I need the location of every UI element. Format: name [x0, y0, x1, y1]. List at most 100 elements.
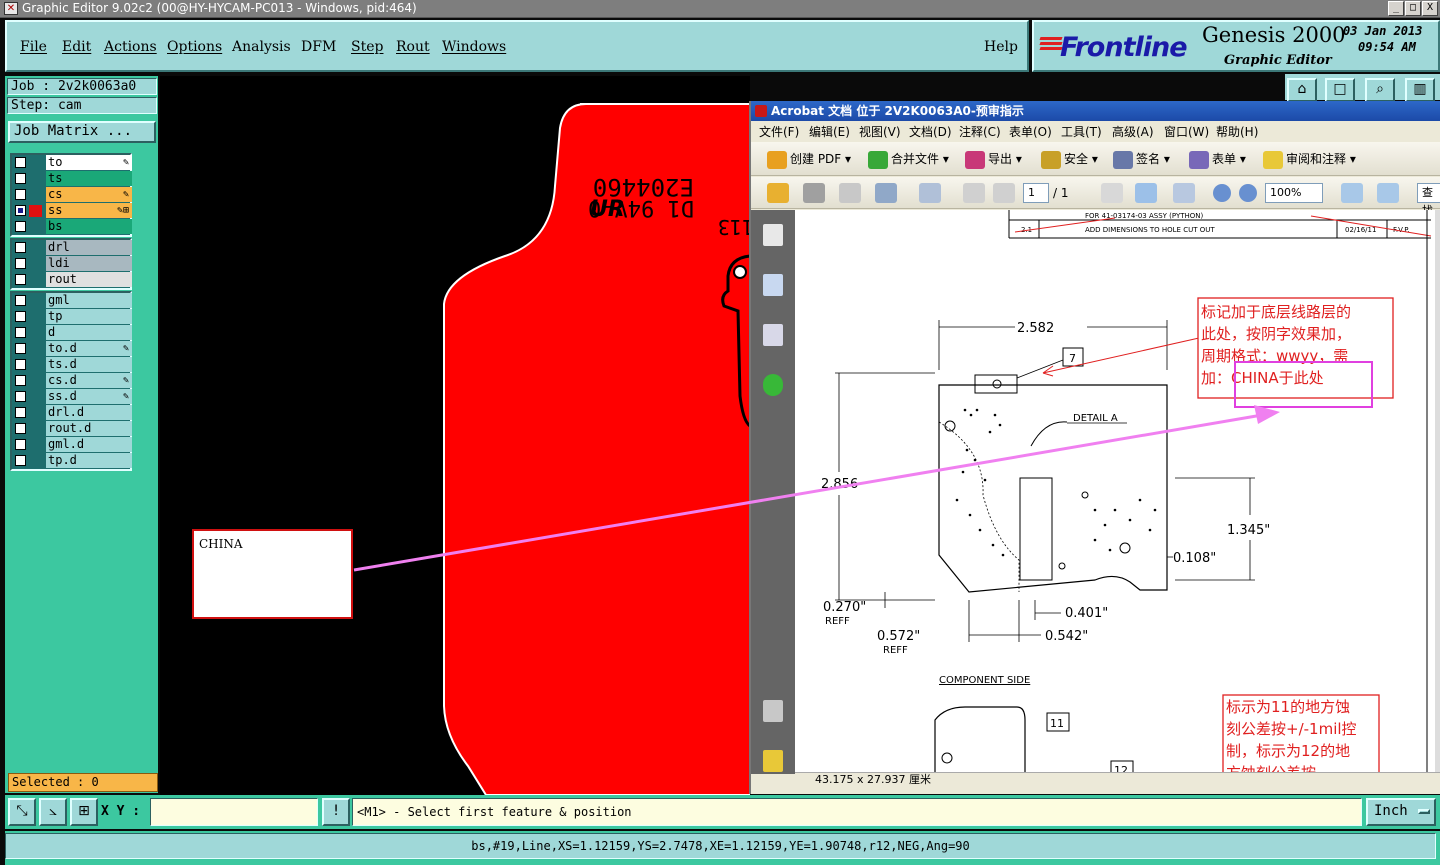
review-comment-button[interactable]: 审阅和注释 ▾: [1263, 149, 1356, 169]
layer-checkbox[interactable]: [15, 439, 26, 450]
security-button[interactable]: 安全 ▾: [1041, 149, 1098, 169]
units-select[interactable]: Inch: [1366, 798, 1436, 826]
job-matrix-button[interactable]: Job Matrix ...: [8, 121, 156, 143]
acrobat-menu-forms[interactable]: 表单(O): [1009, 123, 1052, 140]
layer-row[interactable]: gml: [12, 293, 132, 309]
layer-name[interactable]: d: [46, 325, 132, 340]
layer-checkbox[interactable]: [15, 343, 26, 354]
menu-help[interactable]: Help: [984, 39, 1018, 55]
layer-name[interactable]: ts: [46, 171, 132, 186]
zoom-out-icon[interactable]: [1213, 184, 1231, 202]
layer-row[interactable]: drl: [12, 240, 132, 256]
layer-checkbox[interactable]: [15, 173, 26, 184]
layer-row[interactable]: gml.d: [12, 437, 132, 453]
layer-checkbox[interactable]: [15, 359, 26, 370]
select-text-icon[interactable]: [1101, 183, 1123, 203]
china-note-box[interactable]: CHINA: [192, 529, 353, 619]
layer-checkbox[interactable]: [15, 455, 26, 466]
layer-row[interactable]: cs.d ✎: [12, 373, 132, 389]
export-button[interactable]: 导出 ▾: [965, 149, 1022, 169]
fit-page-icon[interactable]: [1377, 183, 1399, 203]
minimize-button[interactable]: _: [1388, 1, 1404, 16]
layer-name[interactable]: to ✎: [46, 155, 132, 170]
menu-rout[interactable]: Rout: [396, 39, 430, 55]
menu-options[interactable]: Options: [167, 39, 222, 55]
acrobat-menu-tools[interactable]: 工具(T): [1061, 123, 1102, 140]
find-input[interactable]: 查找: [1417, 183, 1440, 217]
pages-icon[interactable]: [763, 224, 783, 246]
layer-checkbox[interactable]: [15, 391, 26, 402]
combine-files-button[interactable]: 合并文件 ▾: [868, 149, 949, 169]
layer-checkbox[interactable]: [15, 189, 26, 200]
menu-analysis[interactable]: Analysis: [232, 39, 291, 55]
layer-row[interactable]: ldi: [12, 256, 132, 272]
save-icon[interactable]: [839, 183, 861, 203]
page-number-input[interactable]: 1: [1023, 183, 1049, 203]
previous-page-icon[interactable]: [963, 183, 985, 203]
layer-name[interactable]: ldi: [46, 256, 132, 271]
acrobat-window[interactable]: Acrobat 文档 位于 2V2K0063A0-预审指示 文件(F) 编辑(E…: [749, 101, 1440, 794]
layer-row[interactable]: d: [12, 325, 132, 341]
layer-row[interactable]: ss.d ✎: [12, 389, 132, 405]
layer-row[interactable]: ts: [12, 171, 132, 187]
organizer-icon[interactable]: [919, 183, 941, 203]
zoom-fit-icon[interactable]: ⤡: [8, 798, 36, 826]
layer-checkbox[interactable]: [15, 205, 26, 216]
layer-checkbox[interactable]: [15, 274, 26, 285]
layer-name[interactable]: ss ✎⊞: [46, 203, 132, 218]
layer-name[interactable]: cs ✎: [46, 187, 132, 202]
menu-windows[interactable]: Windows: [442, 39, 506, 55]
layer-checkbox[interactable]: [15, 375, 26, 386]
open-folder-icon[interactable]: [767, 183, 789, 203]
layer-row[interactable]: rout.d: [12, 421, 132, 437]
layer-row[interactable]: ss ✎⊞: [12, 203, 132, 219]
acrobat-menu-advanced[interactable]: 高级(A): [1112, 123, 1154, 140]
layer-name[interactable]: rout.d: [46, 421, 132, 436]
layer-checkbox[interactable]: [15, 423, 26, 434]
acrobat-menu-file[interactable]: 文件(F): [759, 123, 799, 140]
acrobat-menu-comment[interactable]: 注释(C): [959, 123, 1001, 140]
acrobat-menu-help[interactable]: 帮助(H): [1216, 123, 1258, 140]
layer-name[interactable]: tp: [46, 309, 132, 324]
help-icon[interactable]: [763, 374, 783, 396]
layer-row[interactable]: tp.d: [12, 453, 132, 469]
layer-name[interactable]: gml.d: [46, 437, 132, 452]
layer-name[interactable]: rout: [46, 272, 132, 287]
acrobat-menu-document[interactable]: 文档(D): [909, 123, 952, 140]
layer-name[interactable]: cs.d ✎: [46, 373, 132, 388]
layer-name[interactable]: drl.d: [46, 405, 132, 420]
zoom-icon[interactable]: ⌕: [1365, 78, 1395, 102]
xy-input[interactable]: [150, 798, 318, 826]
layer-name[interactable]: ts.d: [46, 357, 132, 372]
layer-checkbox[interactable]: [15, 407, 26, 418]
zoom-level-select[interactable]: 100%: [1265, 183, 1323, 203]
measure-icon[interactable]: ⦣: [39, 798, 67, 826]
pdf-vertical-scrollbar[interactable]: [1435, 210, 1440, 772]
layer-name[interactable]: ss.d ✎: [46, 389, 132, 404]
maximize-button[interactable]: □: [1405, 1, 1421, 16]
menu-edit[interactable]: Edit: [62, 39, 91, 55]
layer-row[interactable]: ts.d: [12, 357, 132, 373]
layer-checkbox[interactable]: [15, 327, 26, 338]
email-icon[interactable]: [875, 183, 897, 203]
menu-file[interactable]: File: [20, 39, 47, 55]
print-icon[interactable]: [803, 183, 825, 203]
comments-icon[interactable]: [763, 750, 783, 772]
pdf-document-view[interactable]: FOR 41-03174-03 ASSY (PYTHON) 2.1 ADD DI…: [795, 210, 1435, 772]
layer-name[interactable]: drl: [46, 240, 132, 255]
layer-checkbox[interactable]: [15, 221, 26, 232]
attachments-icon[interactable]: [763, 700, 783, 722]
info-icon[interactable]: !: [322, 798, 350, 826]
menu-actions[interactable]: Actions: [104, 39, 157, 55]
graphic-canvas[interactable]: E204460 D1 94V-0 E113 UR: [160, 76, 750, 795]
bookmarks-icon[interactable]: [763, 274, 783, 296]
hand-tool-icon[interactable]: [1135, 183, 1157, 203]
layer-checkbox[interactable]: [15, 311, 26, 322]
next-page-icon[interactable]: [993, 183, 1015, 203]
window-icon[interactable]: □: [1325, 78, 1355, 102]
layer-row[interactable]: bs: [12, 219, 132, 235]
layer-row[interactable]: to ✎: [12, 155, 132, 171]
layer-row[interactable]: drl.d: [12, 405, 132, 421]
home-icon[interactable]: ⌂: [1287, 78, 1317, 102]
menu-step[interactable]: Step: [351, 39, 383, 55]
